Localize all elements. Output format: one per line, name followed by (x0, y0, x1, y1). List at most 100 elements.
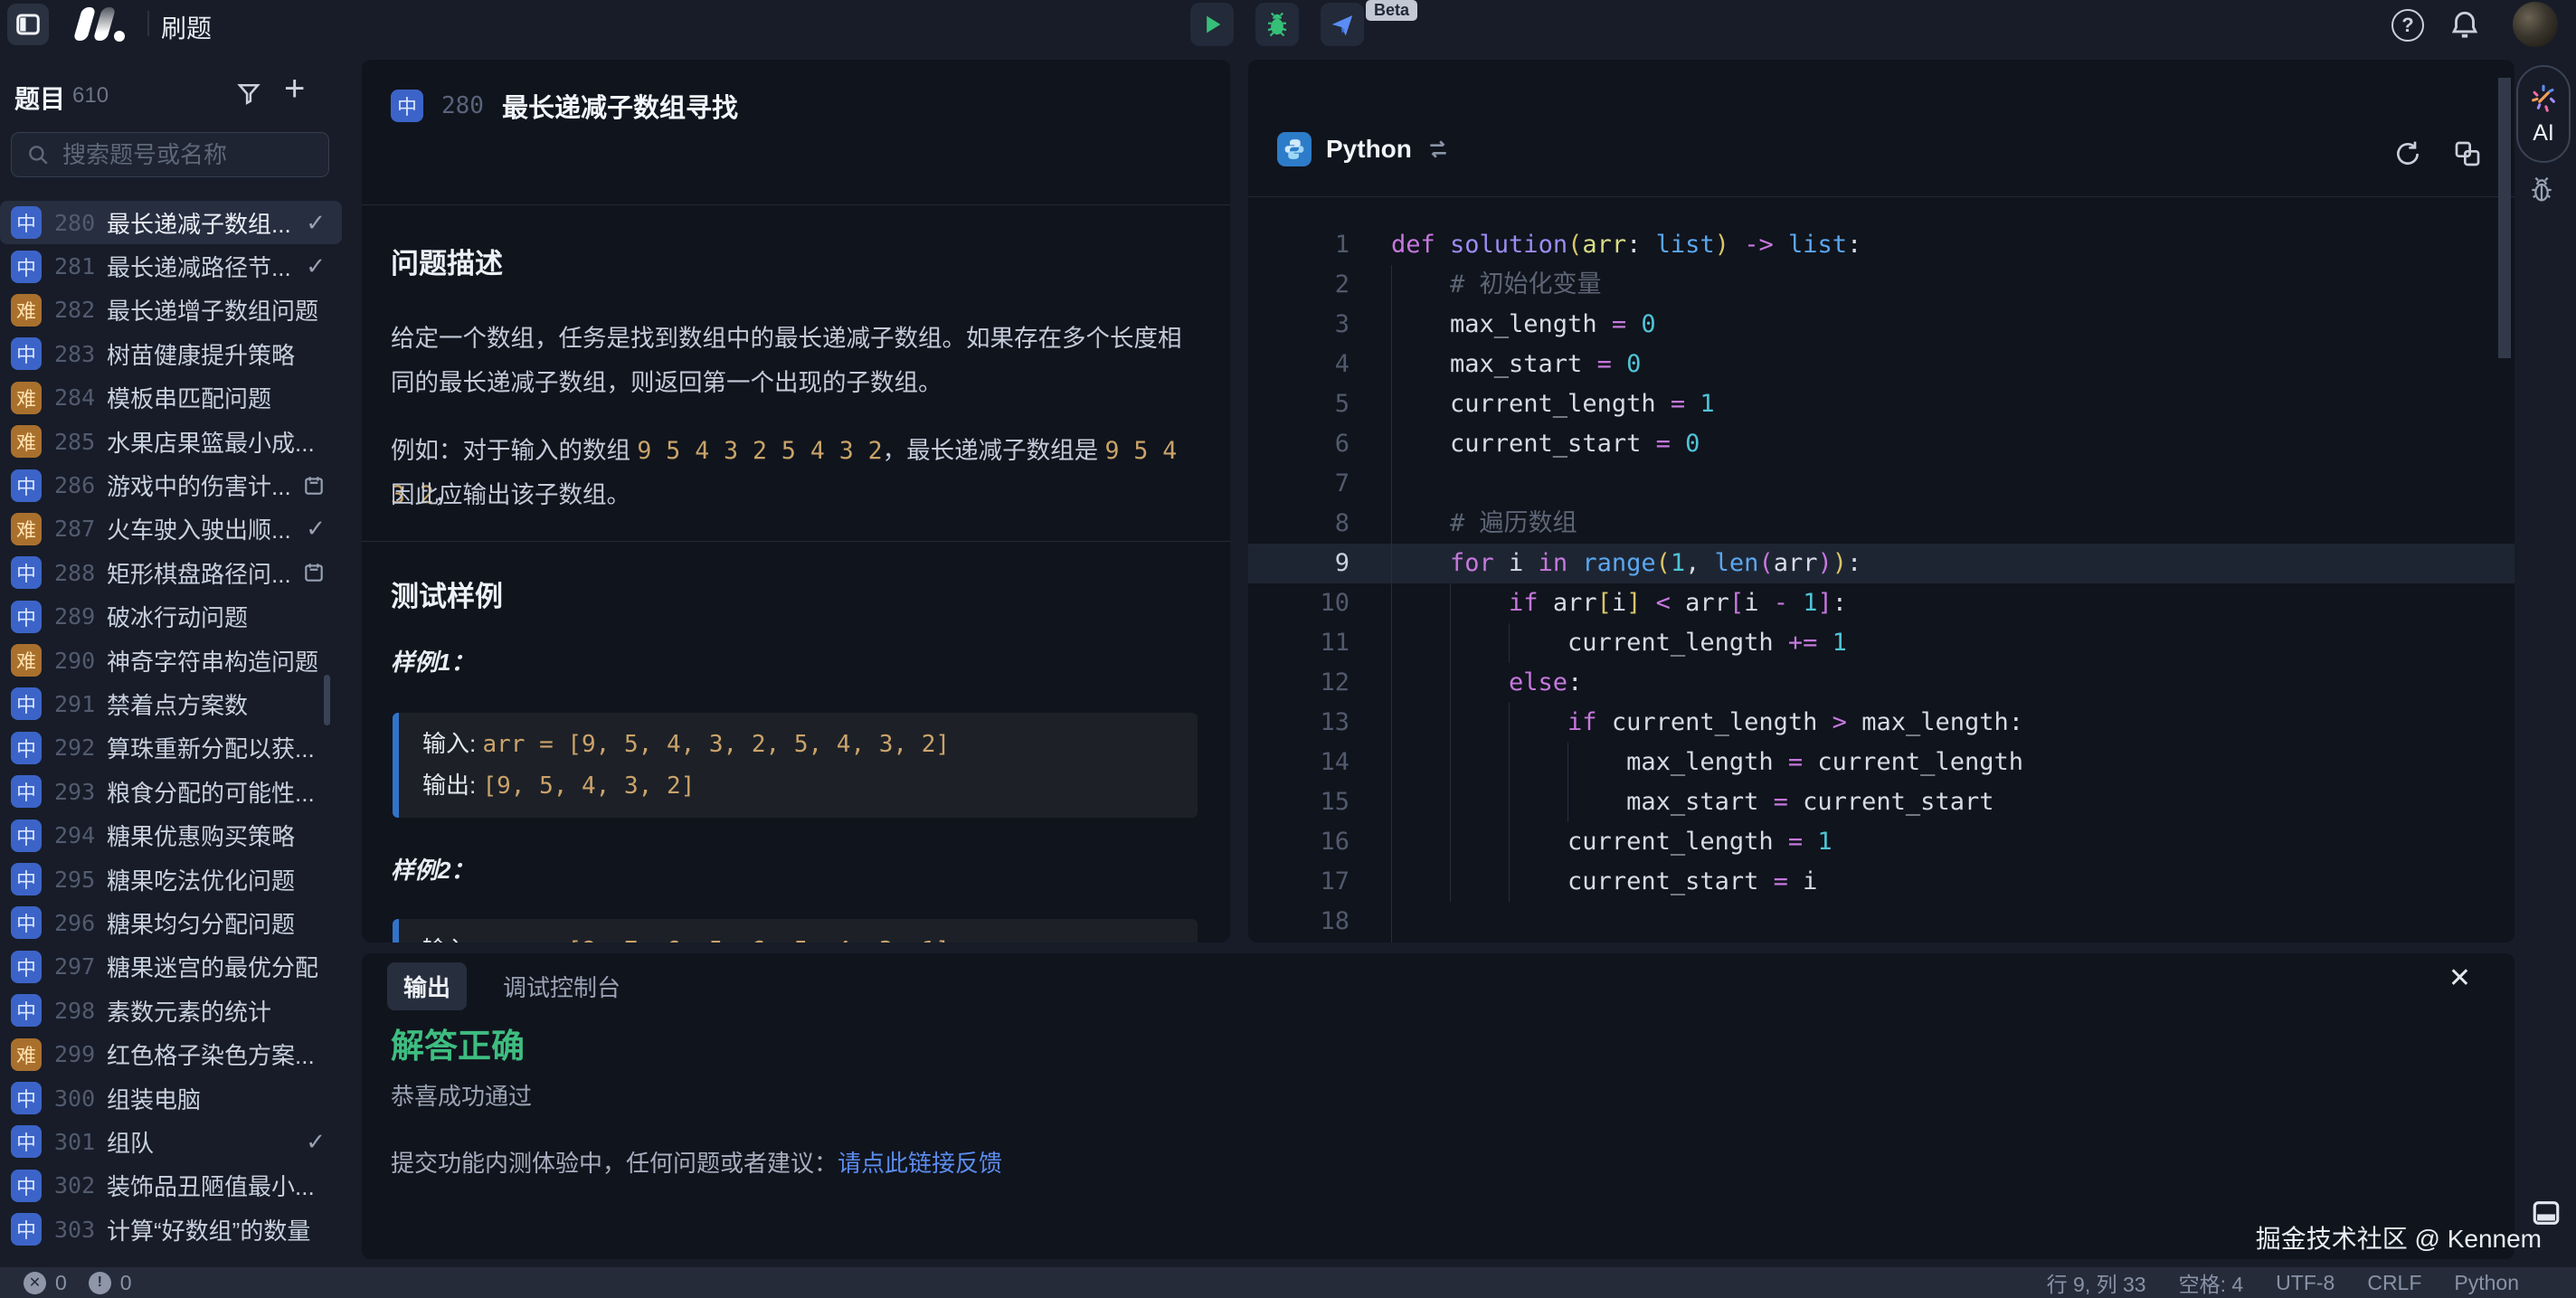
problem-list-item-280[interactable]: 中280最长递减子数组...✓ (0, 201, 342, 244)
switch-language-icon[interactable] (1426, 137, 1450, 161)
ai-sparkle-icon (2528, 82, 2559, 113)
editor-header: Python (1248, 60, 2514, 196)
code-text: for i in range(1, len(arr)): (1391, 544, 1861, 583)
code-line-17[interactable]: 17current_start = i (1248, 862, 2514, 902)
code-line-10[interactable]: 10if arr[i] < arr[i - 1]: (1248, 583, 2514, 623)
user-avatar[interactable] (2513, 2, 2558, 47)
eol-setting[interactable]: CRLF (2367, 1271, 2421, 1295)
indent-guide (1450, 743, 1509, 782)
sample2-label: 样例2： (391, 852, 474, 886)
difficulty-badge: 中 (11, 994, 42, 1027)
problem-number: 294 (54, 822, 103, 848)
problem-list-item-289[interactable]: 中289破冰行动问题 (0, 595, 342, 639)
code-line-13[interactable]: 13if current_length > max_length: (1248, 703, 2514, 743)
problem-list-item-303[interactable]: 中303计算“好数组”的数量 (0, 1208, 342, 1251)
note-icon (302, 561, 326, 584)
line-number: 9 (1248, 544, 1350, 583)
problem-list-item-290[interactable]: 难290神奇字符串构造问题 (0, 639, 342, 682)
indent-guide (1509, 862, 1567, 902)
code-line-12[interactable]: 12else: (1248, 663, 2514, 703)
problem-list-item-299[interactable]: 难299红色格子染色方案... (0, 1032, 342, 1075)
problem-list-item-297[interactable]: 中297糖果迷宫的最优分配 (0, 945, 342, 989)
problem-list-item-302[interactable]: 中302装饰品丑陋值最小... (0, 1164, 342, 1208)
problem-list-item-292[interactable]: 中292算珠重新分配以获... (0, 726, 342, 770)
problem-list-item-300[interactable]: 中300组装电脑 (0, 1076, 342, 1120)
diff-compare-icon[interactable] (2453, 139, 2482, 168)
code-line-19[interactable]: 19# 检查最后一个子数组 (1248, 942, 2514, 943)
line-number: 6 (1248, 424, 1350, 464)
problem-list-item-281[interactable]: 中281最长递减路径节...✓ (0, 244, 342, 288)
problem-list-item-287[interactable]: 难287火车驶入驶出顺...✓ (0, 507, 342, 551)
code-line-4[interactable]: 4max_start = 0 (1248, 345, 2514, 384)
feedback-link[interactable]: 请点此链接反馈 (838, 1150, 1002, 1177)
run-button[interactable] (1190, 3, 1234, 46)
tab-output[interactable]: 输出 (387, 962, 467, 1010)
problem-list-item-291[interactable]: 中291禁着点方案数 (0, 682, 342, 725)
code-line-5[interactable]: 5current_length = 1 (1248, 384, 2514, 424)
problem-list-item-294[interactable]: 中294糖果优惠购买策略 (0, 813, 342, 857)
problem-list-item-286[interactable]: 中286游戏中的伤害计... (0, 463, 342, 507)
code-line-16[interactable]: 16current_length = 1 (1248, 822, 2514, 862)
filter-icon[interactable] (235, 80, 262, 107)
code-line-2[interactable]: 2# 初始化变量 (1248, 265, 2514, 305)
problem-list-item-284[interactable]: 难284模板串匹配问题 (0, 376, 342, 420)
output-label: 输出: (422, 772, 482, 799)
line-number: 5 (1248, 384, 1350, 424)
difficulty-badge: 难 (11, 644, 42, 677)
problem-list-item-285[interactable]: 难285水果店果篮最小成... (0, 420, 342, 463)
line-number: 16 (1248, 822, 1350, 862)
problem-list-item-301[interactable]: 中301组队✓ (0, 1120, 342, 1163)
add-problem-icon[interactable]: + (284, 69, 305, 109)
problem-list-item-288[interactable]: 中288矩形棋盘路径问... (0, 551, 342, 594)
help-icon[interactable]: ? (2391, 9, 2424, 42)
search-input[interactable] (61, 140, 299, 170)
code-line-18[interactable]: 18 (1248, 902, 2514, 942)
language-mode[interactable]: Python (2454, 1271, 2519, 1295)
problem-title: 糖果迷宫的最优分配 (107, 950, 333, 983)
code-line-8[interactable]: 8# 遍历数组 (1248, 504, 2514, 544)
notifications-bell-icon[interactable] (2448, 7, 2482, 42)
indent-guide (1391, 822, 1450, 862)
close-console-icon[interactable]: ✕ (2448, 962, 2471, 994)
errors-indicator[interactable]: ✕ 0 ! 0 (24, 1271, 132, 1295)
logo-bar (93, 7, 117, 41)
ai-assistant-button[interactable]: AI (2516, 65, 2571, 163)
reset-code-icon[interactable] (2393, 139, 2422, 168)
code-line-7[interactable]: 7 (1248, 464, 2514, 504)
problem-list-item-282[interactable]: 难282最长递增子数组问题 (0, 289, 342, 332)
indent-guide (1391, 305, 1450, 345)
problem-title: 神奇字符串构造问题 (107, 644, 333, 677)
code-line-1[interactable]: 1def solution(arr: list) -> list: (1248, 225, 2514, 265)
encoding-setting[interactable]: UTF-8 (2276, 1271, 2334, 1295)
tab-debug-console[interactable]: 调试控制台 (487, 962, 637, 1010)
problem-list-item-293[interactable]: 中293粮食分配的可能性... (0, 770, 342, 813)
code-line-11[interactable]: 11current_length += 1 (1248, 623, 2514, 663)
difficulty-badge: 中 (11, 1082, 42, 1114)
problem-list-item-283[interactable]: 中283树苗健康提升策略 (0, 332, 342, 375)
debug-run-button[interactable] (1255, 3, 1299, 46)
sample-input-line: 输入: arr = [8, 7, 6, 5, 6, 5, 4, 3, 1] (422, 930, 1174, 943)
problem-list-item-296[interactable]: 中296糖果均匀分配问题 (0, 901, 342, 944)
code-line-14[interactable]: 14max_length = current_length (1248, 743, 2514, 782)
editor-scrollbar[interactable] (2498, 78, 2511, 358)
submit-button[interactable] (1321, 3, 1364, 46)
code-line-3[interactable]: 3max_length = 0 (1248, 305, 2514, 345)
sidebar-scrollbar[interactable] (324, 675, 330, 725)
problem-list-item-295[interactable]: 中295糖果吃法优化问题 (0, 857, 342, 901)
code-line-6[interactable]: 6current_start = 0 (1248, 424, 2514, 464)
problem-list-item-298[interactable]: 中298素数元素的统计 (0, 989, 342, 1032)
sidebar-toggle-button[interactable] (7, 4, 49, 45)
juejin-logo[interactable] (74, 5, 132, 43)
problem-search-box[interactable] (11, 132, 329, 177)
problem-title: 游戏中的伤害计... (107, 469, 302, 502)
code-line-15[interactable]: 15max_start = current_start (1248, 782, 2514, 822)
code-line-9[interactable]: 9 for i in range(1, len(arr)): (1248, 544, 2514, 583)
debug-panel-icon[interactable] (2527, 175, 2556, 204)
indent-guide (1509, 822, 1567, 862)
problem-title: 矩形棋盘路径问... (107, 556, 302, 590)
indentation-setting[interactable]: 空格: 4 (2179, 1267, 2244, 1298)
code-area[interactable]: 1def solution(arr: list) -> list:2# 初始化变… (1248, 197, 2514, 943)
cursor-position[interactable]: 行 9, 列 33 (2047, 1267, 2146, 1298)
code-text: else: (1391, 663, 1582, 703)
indent-guide (1450, 623, 1509, 663)
